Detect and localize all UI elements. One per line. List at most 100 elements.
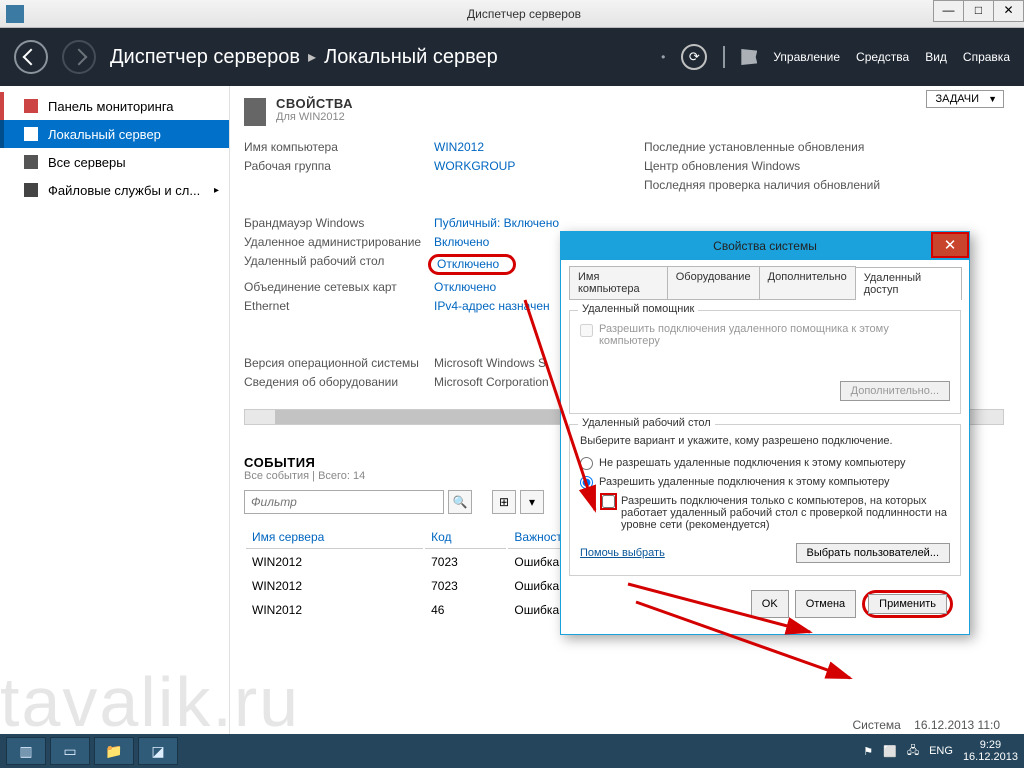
- tab-remote[interactable]: Удаленный доступ: [855, 267, 962, 300]
- properties-glyph-icon: [244, 98, 266, 126]
- events-filter-input[interactable]: [244, 490, 444, 514]
- breadcrumb-current: Локальный сервер: [324, 46, 498, 69]
- tray-network-icon[interactable]: 🖧: [907, 742, 919, 761]
- taskbar-app[interactable]: ◪: [138, 737, 178, 765]
- tab-advanced[interactable]: Дополнительно: [759, 266, 856, 299]
- header-ribbon: Диспетчер серверов ▸ Локальный сервер • …: [0, 28, 1024, 86]
- group-hint: Выберите вариант и укажите, кому разреше…: [580, 435, 950, 447]
- radio-allow[interactable]: Разрешить удаленные подключения к этому …: [580, 476, 950, 489]
- events-search-button[interactable]: 🔍: [448, 490, 472, 514]
- sidebar-item-all-servers[interactable]: Все серверы: [0, 148, 229, 176]
- notifications-flag-icon[interactable]: [741, 49, 757, 65]
- menu-view[interactable]: Вид: [925, 50, 947, 64]
- prop-label: Сведения об оборудовании: [244, 375, 434, 389]
- radio-label: Не разрешать удаленные подключения к это…: [599, 457, 906, 469]
- cancel-button[interactable]: Отмена: [795, 590, 856, 618]
- prop-label: Имя компьютера: [244, 140, 434, 154]
- prop-label: Версия операционной системы: [244, 356, 434, 370]
- prop-label: Объединение сетевых карт: [244, 280, 434, 294]
- apply-button[interactable]: Применить: [868, 594, 947, 614]
- taskbar-powershell[interactable]: ▭: [50, 737, 90, 765]
- ok-button[interactable]: OK: [751, 590, 789, 618]
- sidebar-item-file-services[interactable]: Файловые службы и сл... ▸: [0, 176, 229, 204]
- breadcrumb-root[interactable]: Диспетчер серверов: [110, 46, 300, 69]
- allow-remote-assistance-checkbox[interactable]: Разрешить подключения удаленного помощни…: [580, 323, 950, 347]
- dialog-titlebar[interactable]: Свойства системы ✕: [561, 232, 969, 260]
- remote-desktop-group: Удаленный рабочий стол Выберите вариант …: [569, 424, 961, 576]
- sidebar-item-local-server[interactable]: Локальный сервер: [0, 120, 229, 148]
- app-icon: [6, 5, 24, 23]
- events-options-button[interactable]: ⊞: [492, 490, 516, 514]
- select-users-button[interactable]: Выбрать пользователей...: [796, 543, 951, 563]
- nav-back-button[interactable]: [14, 40, 48, 74]
- advanced-button[interactable]: Дополнительно...: [840, 381, 950, 401]
- servers-icon: [24, 155, 38, 169]
- event-log: Система: [852, 718, 900, 732]
- dialog-close-button[interactable]: ✕: [931, 232, 969, 258]
- minimize-button[interactable]: —: [933, 0, 964, 22]
- server-icon: [24, 127, 38, 141]
- tray-clock[interactable]: 9:29 16.12.2013: [963, 739, 1018, 763]
- prop-label: Центр обновления Windows: [644, 159, 894, 173]
- checkbox-input[interactable]: [602, 495, 615, 508]
- window-titlebar: Диспетчер серверов — □ ✕: [0, 0, 1024, 28]
- prop-label: Ethernet: [244, 299, 434, 313]
- col-server[interactable]: Имя сервера: [246, 526, 423, 549]
- sidebar-item-dashboard[interactable]: Панель мониторинга: [0, 92, 229, 120]
- refresh-button[interactable]: ⟳: [681, 44, 707, 70]
- prop-label: Рабочая группа: [244, 159, 434, 173]
- dialog-title: Свойства системы: [713, 239, 817, 253]
- sidebar-item-label: Файловые службы и сл...: [48, 183, 200, 198]
- radio-input[interactable]: [580, 457, 593, 470]
- window-title: Диспетчер серверов: [24, 7, 1024, 21]
- prop-label: Брандмауэр Windows: [244, 216, 434, 230]
- menu-manage[interactable]: Управление: [773, 50, 840, 64]
- tab-computer-name[interactable]: Имя компьютера: [569, 266, 668, 299]
- breadcrumb-sep: ▸: [308, 47, 316, 67]
- tray-action-center-icon[interactable]: ⬜: [883, 745, 897, 758]
- dialog-tabs: Имя компьютера Оборудование Дополнительн…: [569, 266, 961, 300]
- app-icon: ◪: [151, 743, 164, 760]
- checkbox-label: Разрешить подключения удаленного помощни…: [599, 323, 950, 347]
- close-button[interactable]: ✕: [993, 0, 1024, 22]
- properties-title: СВОЙСТВА: [276, 96, 353, 111]
- tasks-dropdown[interactable]: ЗАДАЧИ: [926, 90, 1004, 108]
- menu-tools[interactable]: Средства: [856, 50, 909, 64]
- tray-lang[interactable]: ENG: [929, 745, 953, 757]
- events-dropdown-button[interactable]: ▾: [520, 490, 544, 514]
- remote-assistance-group: Удаленный помощник Разрешить подключения…: [569, 310, 961, 414]
- maximize-button[interactable]: □: [963, 0, 994, 22]
- taskbar: ▥ ▭ 📁 ◪ ⚑ ⬜ 🖧 ENG 9:29 16.12.2013: [0, 734, 1024, 768]
- prop-computer-name[interactable]: WIN2012: [434, 140, 614, 154]
- menu-help[interactable]: Справка: [963, 50, 1010, 64]
- tab-hardware[interactable]: Оборудование: [667, 266, 760, 299]
- tray-time: 9:29: [963, 739, 1018, 751]
- prop-remote-desktop[interactable]: Отключено: [437, 257, 499, 271]
- help-choose-link[interactable]: Помочь выбрать: [580, 547, 665, 559]
- prop-label: Последние установленные обновления: [644, 140, 894, 154]
- col-code[interactable]: Код: [425, 526, 506, 549]
- prop-firewall[interactable]: Публичный: Включено: [434, 216, 614, 230]
- sidebar-item-label: Панель мониторинга: [48, 99, 174, 114]
- properties-subtitle: Для WIN2012: [276, 111, 353, 123]
- checkbox-input[interactable]: [580, 324, 593, 337]
- powershell-icon: ▭: [63, 743, 76, 760]
- tray-date: 16.12.2013: [963, 751, 1018, 763]
- prop-label: Удаленный рабочий стол: [244, 254, 434, 275]
- group-title: Удаленный помощник: [578, 303, 698, 315]
- radio-input[interactable]: [580, 476, 593, 489]
- group-title: Удаленный рабочий стол: [578, 417, 715, 429]
- taskbar-explorer[interactable]: 📁: [94, 737, 134, 765]
- nla-checkbox[interactable]: Разрешить подключения только с компьютер…: [602, 495, 950, 531]
- prop-label: Удаленное администрирование: [244, 235, 434, 249]
- breadcrumb: Диспетчер серверов ▸ Локальный сервер: [110, 46, 498, 69]
- sidebar-item-label: Все серверы: [48, 155, 126, 170]
- radio-disallow[interactable]: Не разрешать удаленные подключения к это…: [580, 457, 950, 470]
- separator: [723, 46, 725, 68]
- tray-flag-icon[interactable]: ⚑: [863, 745, 873, 758]
- sidebar-item-label: Локальный сервер: [48, 127, 161, 142]
- taskbar-server-manager[interactable]: ▥: [6, 737, 46, 765]
- event-date: 16.12.2013 11:0: [914, 718, 1000, 732]
- prop-workgroup[interactable]: WORKGROUP: [434, 159, 614, 173]
- nav-forward-button[interactable]: [62, 40, 96, 74]
